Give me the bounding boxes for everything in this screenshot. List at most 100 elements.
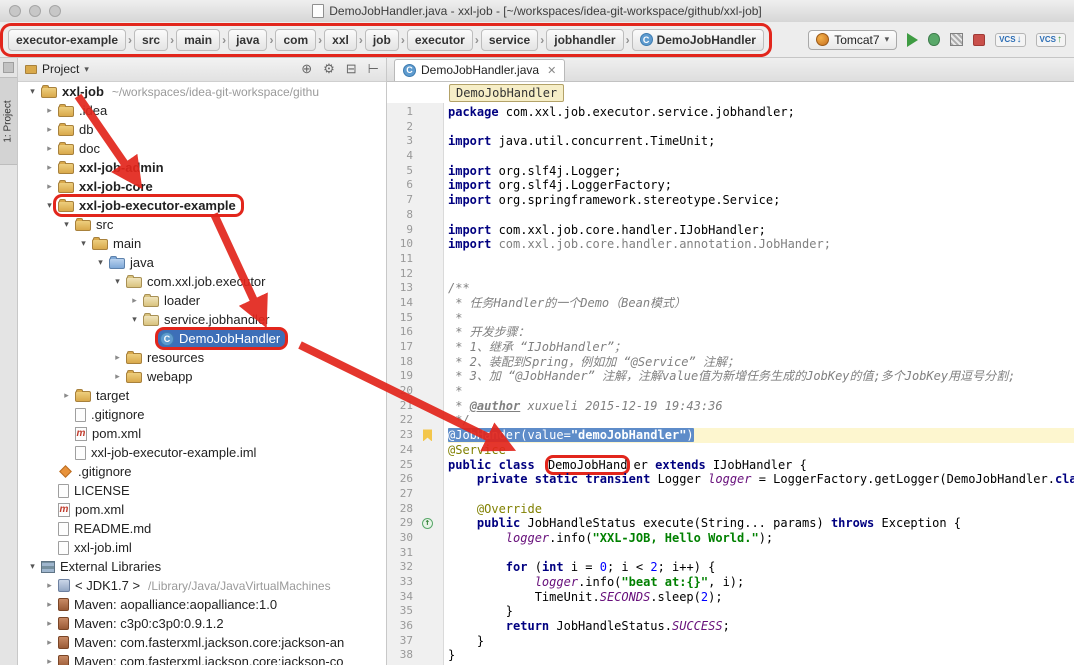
tree-item[interactable]: xxl-job-executor-example — [56, 197, 241, 214]
tree-item[interactable]: loader — [141, 292, 205, 309]
code-line[interactable]: /** — [448, 281, 1074, 296]
tree-item[interactable]: db — [56, 121, 98, 138]
code-line[interactable] — [448, 487, 1074, 502]
code-line[interactable]: } — [448, 648, 1074, 663]
tree-item[interactable]: java — [107, 254, 159, 271]
project-tool-window-tab[interactable]: 1: Project — [0, 77, 17, 165]
code-line[interactable] — [448, 149, 1074, 164]
tree-item[interactable]: CDemoJobHandler — [158, 330, 285, 347]
code-line[interactable]: @Override — [448, 502, 1074, 517]
code-line[interactable] — [448, 546, 1074, 561]
close-window-icon[interactable] — [9, 5, 21, 17]
tree-item[interactable]: src — [73, 216, 118, 233]
tree-row[interactable]: ▸resources — [18, 348, 386, 367]
tree-item[interactable]: target — [73, 387, 134, 404]
chevron-right-icon[interactable]: ▸ — [43, 656, 56, 665]
code-line[interactable]: * 2、装配到Spring，例如加 “@Service” 注解； — [448, 355, 1074, 370]
settings-gear-icon[interactable]: ⚙ — [323, 61, 335, 77]
breadcrumb-item-java[interactable]: java — [228, 29, 267, 51]
tree-item[interactable]: Maven: c3p0:c3p0:0.9.1.2 — [56, 615, 229, 632]
code-line[interactable]: public JobHandleStatus execute(String...… — [448, 516, 1074, 531]
tree-item[interactable]: External Libraries — [39, 558, 166, 575]
tree-row[interactable]: ▾com.xxl.job.executor — [18, 272, 386, 291]
code-line[interactable]: @Service — [448, 443, 1074, 458]
code-line[interactable]: import com.xxl.job.core.handler.IJobHand… — [448, 223, 1074, 238]
tree-item[interactable]: xxl-job.iml — [56, 539, 137, 556]
code-line[interactable]: } — [448, 604, 1074, 619]
code-line[interactable]: import org.slf4j.Logger; — [448, 164, 1074, 179]
code-line[interactable]: import org.springframework.stereotype.Se… — [448, 193, 1074, 208]
tree-item[interactable]: Maven: com.fasterxml.jackson.core:jackso… — [56, 634, 349, 651]
tree-row[interactable]: xxl-job-executor-example.iml — [18, 443, 386, 462]
tree-row[interactable]: ▸Maven: com.fasterxml.jackson.core:jacks… — [18, 633, 386, 652]
editor-tab[interactable]: C DemoJobHandler.java ✕ — [394, 59, 565, 81]
tree-row[interactable]: ▸Maven: aopalliance:aopalliance:1.0 — [18, 595, 386, 614]
hide-panel-icon[interactable]: ⊢ — [368, 61, 379, 77]
chevron-right-icon[interactable]: ▸ — [111, 371, 124, 382]
tree-item[interactable]: < JDK1.7 >/Library/Java/JavaVirtualMachi… — [56, 577, 336, 594]
chevron-right-icon[interactable]: ▸ — [43, 143, 56, 154]
tree-row[interactable]: ▾xxl-job-executor-example — [18, 196, 386, 215]
breadcrumb-item-src[interactable]: src — [134, 29, 168, 51]
chevron-right-icon[interactable]: ▸ — [43, 124, 56, 135]
vcs-update-icon[interactable]: VCS↓ — [995, 33, 1025, 47]
run-config-select[interactable]: Tomcat7 ▾ — [808, 30, 897, 50]
code-line[interactable]: } — [448, 634, 1074, 649]
chevron-down-icon[interactable]: ▾ — [94, 257, 107, 268]
close-tab-icon[interactable]: ✕ — [547, 64, 556, 77]
chevron-down-icon[interactable]: ▾ — [111, 276, 124, 287]
tree-row[interactable]: ▸loader — [18, 291, 386, 310]
code-column[interactable]: package com.xxl.job.executor.service.job… — [448, 105, 1074, 663]
tree-row[interactable]: ▸target — [18, 386, 386, 405]
tree-row[interactable]: ▸Maven: c3p0:c3p0:0.9.1.2 — [18, 614, 386, 633]
code-line[interactable]: * — [448, 311, 1074, 326]
tree-row[interactable]: ▸.idea — [18, 101, 386, 120]
tree-item[interactable]: xxl-job~/workspaces/idea-git-workspace/g… — [39, 83, 324, 100]
code-line[interactable]: for (int i = 0; i < 2; i++) { — [448, 560, 1074, 575]
breadcrumb-item-xxl[interactable]: xxl — [324, 29, 357, 51]
code-line[interactable]: */ — [448, 413, 1074, 428]
tree-item[interactable]: resources — [124, 349, 209, 366]
breadcrumb-item-service[interactable]: service — [481, 29, 538, 51]
chevron-right-icon[interactable]: ▸ — [43, 580, 56, 591]
tree-row[interactable]: xxl-job.iml — [18, 538, 386, 557]
code-editor[interactable]: 1234567891011121314151617181920212223242… — [387, 103, 1074, 665]
tree-item[interactable]: LICENSE — [56, 482, 135, 499]
code-line[interactable] — [448, 267, 1074, 282]
code-line[interactable] — [448, 252, 1074, 267]
code-line[interactable]: * 任务Handler的一个Demo（Bean模式） — [448, 296, 1074, 311]
chevron-down-icon[interactable]: ▾ — [26, 86, 39, 97]
breadcrumb-item-com[interactable]: com — [275, 29, 316, 51]
tree-row[interactable]: ▾xxl-job~/workspaces/idea-git-workspace/… — [18, 82, 386, 101]
chevron-right-icon[interactable]: ▸ — [111, 352, 124, 363]
coverage-icon[interactable] — [950, 33, 963, 46]
tree-item[interactable]: .idea — [56, 102, 112, 119]
tree-item[interactable]: main — [90, 235, 146, 252]
code-line[interactable]: TimeUnit.SECONDS.sleep(2); — [448, 590, 1074, 605]
minimize-window-icon[interactable] — [29, 5, 41, 17]
tree-item[interactable]: xxl-job-core — [56, 178, 158, 195]
tree-row[interactable]: .gitignore — [18, 405, 386, 424]
tree-row[interactable]: ▾src — [18, 215, 386, 234]
tree-item[interactable]: Maven: aopalliance:aopalliance:1.0 — [56, 596, 282, 613]
zoom-window-icon[interactable] — [49, 5, 61, 17]
code-line[interactable]: package com.xxl.job.executor.service.job… — [448, 105, 1074, 120]
code-line[interactable]: import org.slf4j.LoggerFactory; — [448, 178, 1074, 193]
tree-item[interactable]: mpom.xml — [56, 501, 129, 518]
tree-item[interactable]: xxl-job-admin — [56, 159, 169, 176]
chevron-right-icon[interactable]: ▸ — [43, 637, 56, 648]
tree-row[interactable]: ▸doc — [18, 139, 386, 158]
code-line[interactable]: * @author xuxueli 2015-12-19 19:43:36 — [448, 399, 1074, 414]
tree-row[interactable]: ▾service.jobhandler — [18, 310, 386, 329]
bookmark-icon[interactable] — [423, 429, 432, 441]
tree-item[interactable]: xxl-job-executor-example.iml — [73, 444, 261, 461]
scroll-from-source-icon[interactable]: ⊕ — [301, 61, 312, 77]
chevron-right-icon[interactable]: ▸ — [43, 618, 56, 629]
tree-item[interactable]: com.xxl.job.executor — [124, 273, 271, 290]
code-line[interactable]: public class DemoJobHander extends IJobH… — [448, 458, 1074, 473]
code-line[interactable]: @JobHander(value="demoJobHandler") — [448, 428, 1074, 443]
chevron-down-icon[interactable]: ▾ — [128, 314, 141, 325]
breadcrumb-item-DemoJobHandler[interactable]: CDemoJobHandler — [632, 29, 764, 51]
tree-row[interactable]: ▸< JDK1.7 >/Library/Java/JavaVirtualMach… — [18, 576, 386, 595]
code-line[interactable]: import com.xxl.job.core.handler.annotati… — [448, 237, 1074, 252]
